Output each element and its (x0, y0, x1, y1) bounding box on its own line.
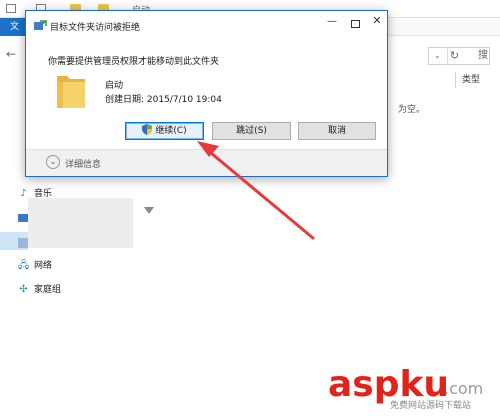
maximize-icon (351, 20, 360, 28)
folder-created-date: 创建日期: 2015/7/10 19:04 (105, 95, 222, 105)
search-input[interactable]: 搜 (478, 47, 488, 65)
watermark-suffix: .com (444, 379, 483, 398)
file-tab[interactable]: 文 (0, 18, 25, 36)
maximize-button[interactable] (348, 16, 364, 32)
empty-folder-message: 为空。 (398, 105, 426, 115)
chevron-down-icon[interactable]: ⌄ (434, 47, 444, 65)
continue-label: 继续(C) (155, 126, 187, 136)
access-denied-dialog: 目标文件夹访问被拒绝 — ✕ 你需要提供管理员权限才能移动到此文件夹 启动 创建… (25, 10, 388, 177)
move-files-icon (34, 20, 47, 30)
chevron-right-icon[interactable] (143, 205, 155, 217)
sidebar-item-label: 家庭组 (34, 285, 62, 295)
network-icon: 🖧 (18, 260, 30, 271)
cancel-button[interactable]: 取消 (298, 122, 376, 140)
chevron-down-icon[interactable]: ⌄ (46, 155, 60, 169)
uac-shield-icon (142, 124, 153, 135)
redacted-area (28, 198, 133, 248)
more-details-link[interactable]: 详细信息 (65, 157, 101, 170)
sidebar-item-network[interactable]: 🖧 网络 (18, 258, 52, 274)
dialog-titlebar[interactable]: 目标文件夹访问被拒绝 — ✕ (26, 11, 387, 41)
sidebar-item-label: 网络 (34, 261, 53, 271)
refresh-icon[interactable]: ↻ (447, 47, 461, 65)
homegroup-icon: ✣ (19, 284, 28, 295)
column-header-type[interactable]: 类型 (462, 72, 480, 88)
continue-button[interactable]: 继续(C) (125, 122, 204, 140)
back-arrow-icon[interactable]: ← (6, 47, 16, 61)
close-button[interactable]: ✕ (369, 14, 385, 30)
folder-name: 启动 (105, 81, 124, 91)
dialog-title: 目标文件夹访问被拒绝 (50, 23, 141, 33)
sidebar-item-homegroup[interactable]: ✣ 家庭组 (18, 282, 61, 298)
drive-icon (18, 238, 28, 248)
column-separator[interactable] (455, 72, 456, 88)
minimize-button[interactable]: — (324, 16, 340, 32)
folder-icon (57, 76, 85, 108)
watermark-tagline: 免费网站源码下载站 (390, 401, 472, 411)
permission-message: 你需要提供管理员权限才能移动到此文件夹 (48, 57, 220, 67)
drive-icon (18, 214, 28, 222)
skip-button[interactable]: 跳过(S) (212, 122, 291, 140)
quick-access-icon[interactable] (6, 4, 16, 13)
